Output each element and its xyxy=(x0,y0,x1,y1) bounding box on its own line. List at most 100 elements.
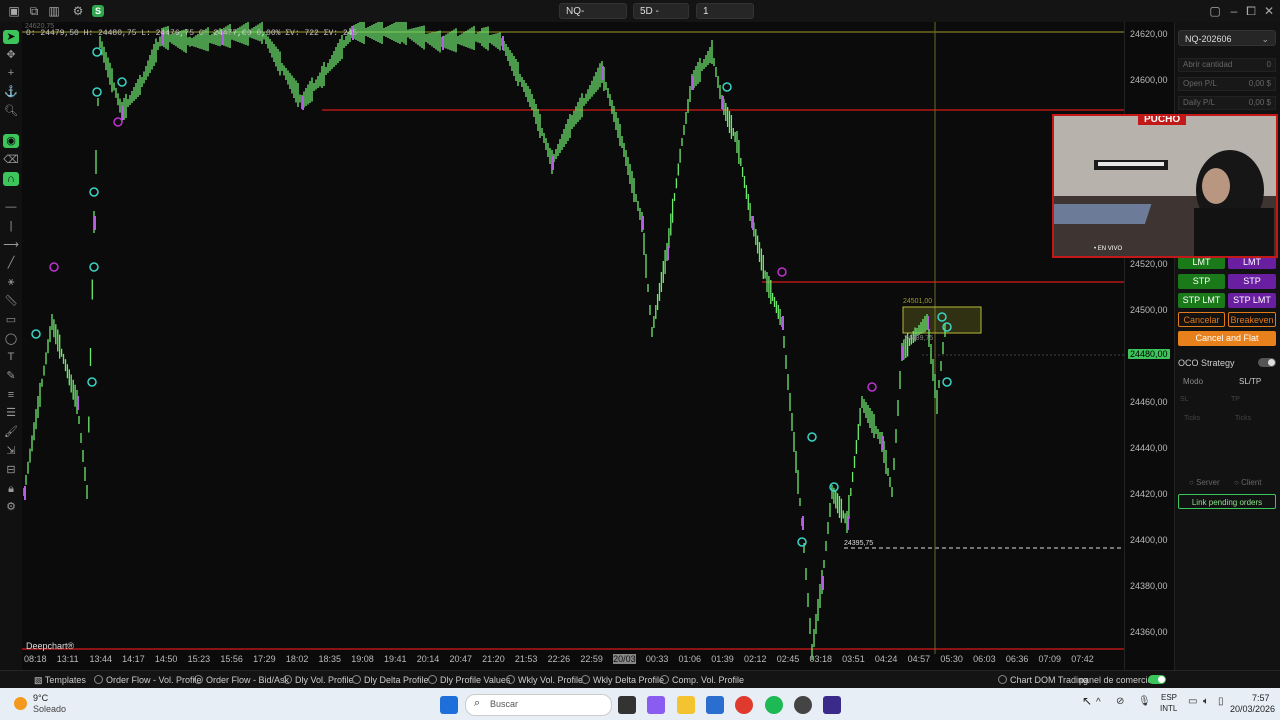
hline-icon[interactable]: — xyxy=(3,200,19,214)
battery-icon[interactable]: ▯ xyxy=(1218,696,1224,707)
file-explorer-icon[interactable] xyxy=(677,696,695,714)
price-chart[interactable]: O: 24479,50 H: 24480,75 L: 24476,75 C: 2… xyxy=(22,22,1124,670)
signal-dot xyxy=(807,432,817,442)
cancel-button[interactable]: Cancelar xyxy=(1178,312,1225,327)
time-label: 05:30 xyxy=(940,654,963,664)
fib-icon[interactable]: ⚹ xyxy=(3,275,19,289)
volume-icon[interactable]: 🔈︎ xyxy=(1203,696,1209,707)
s-app-icon[interactable]: S xyxy=(92,5,104,17)
rectangle-icon[interactable]: ▭ xyxy=(3,313,19,327)
anchor-icon[interactable]: ⚓ xyxy=(3,85,19,99)
gear-small-icon[interactable]: ⚙ xyxy=(3,500,19,514)
price-label: 24620,00 xyxy=(1130,29,1168,39)
restore-window-icon[interactable]: ▢ xyxy=(1207,3,1223,19)
minimize-icon[interactable]: – xyxy=(1226,3,1242,19)
weather-icon[interactable] xyxy=(14,697,27,710)
layout-icon[interactable]: ▣ xyxy=(6,3,22,19)
bars-icon[interactable]: ▥ xyxy=(46,3,62,19)
crosshair-icon[interactable]: ✥ xyxy=(3,48,19,62)
magnet-icon[interactable]: ∩ xyxy=(3,172,19,186)
signal-dot xyxy=(92,87,102,97)
timeframe-dropdown[interactable]: 1 Minute⌄ xyxy=(696,3,754,34)
link-pending-orders-button[interactable]: Link pending orders xyxy=(1178,494,1276,509)
copilot-icon[interactable] xyxy=(647,696,665,714)
indicator-toggle[interactable]: Comp. Vol. Profile xyxy=(660,674,744,686)
ellipse-icon[interactable]: ◯ xyxy=(3,332,19,346)
panel-symbol-dropdown[interactable]: NQ-202606 ⌄ xyxy=(1178,30,1276,46)
menu-icon[interactable]: ☰ xyxy=(3,406,19,420)
indicator-toggle[interactable]: Order Flow - Vol. Profile xyxy=(94,674,202,686)
breakeven-button[interactable]: Breakeven xyxy=(1228,312,1276,327)
tray-app-icon[interactable]: ⊘ xyxy=(1116,696,1124,707)
time-axis[interactable]: 08:18 13:11 13:44 14:17 14:50 15:23 15:56 17:29… xyxy=(22,654,1124,668)
network-icon[interactable]: ▭ xyxy=(1188,696,1197,707)
price-bars-up xyxy=(23,22,946,660)
symbol-dropdown[interactable]: NQ-202606⌄ xyxy=(559,3,627,34)
lock-icon[interactable]: 🔒︎ xyxy=(3,482,19,496)
zoom-icon[interactable]: 🔍︎ xyxy=(3,104,19,118)
pencil-icon[interactable]: ✎ xyxy=(3,369,19,383)
maximize-icon[interactable]: ⧠ xyxy=(1243,3,1259,19)
client-radio[interactable]: ○ Client xyxy=(1234,478,1262,487)
indicator-toggle[interactable]: Wkly Vol. Profile xyxy=(506,674,583,686)
sell-stp-lmt-button[interactable]: STP LMT xyxy=(1228,293,1276,308)
arrow-tool-icon[interactable]: ⇲ xyxy=(3,444,19,458)
signal-dot xyxy=(49,262,59,272)
time-label: 00:33 xyxy=(645,654,669,664)
sl-label: SL xyxy=(1180,396,1189,403)
microphone-icon[interactable]: 🎙︎ xyxy=(1138,696,1151,707)
time-label: 15:23 xyxy=(187,654,211,664)
trendline-icon[interactable]: ╱ xyxy=(3,256,19,270)
cursor-icon[interactable]: ➤ xyxy=(3,30,19,44)
buy-stp-lmt-button[interactable]: STP LMT xyxy=(1178,293,1225,308)
layers-icon[interactable]: ⊟ xyxy=(3,463,19,477)
chrome-icon[interactable] xyxy=(735,696,753,714)
indicator-toggle[interactable]: Order Flow - Bid/Ask xyxy=(194,674,289,686)
radio-icon xyxy=(581,675,590,684)
indicator-toggle[interactable]: Dly Vol. Profile xyxy=(283,674,354,686)
spotify-icon[interactable] xyxy=(765,696,783,714)
vline-icon[interactable]: | xyxy=(3,219,19,233)
oco-toggle[interactable] xyxy=(1258,358,1276,367)
sell-stp-button[interactable]: STP xyxy=(1228,274,1276,289)
close-icon[interactable]: ✕ xyxy=(1261,3,1277,19)
buy-stp-button[interactable]: STP xyxy=(1178,274,1225,289)
task-view-icon[interactable] xyxy=(618,696,636,714)
open-qty-field[interactable]: Abrir cantidad 0 xyxy=(1178,58,1276,72)
server-radio[interactable]: ○ Server xyxy=(1189,478,1220,487)
price-label: 24460,00 xyxy=(1130,397,1168,407)
settings-icon[interactable]: ⚙ xyxy=(70,3,86,19)
taskbar-search[interactable]: ⌕ Buscar xyxy=(465,694,612,716)
cancel-and-flat-button[interactable]: Cancel and Flat xyxy=(1178,331,1276,346)
panel-toggle[interactable] xyxy=(1148,675,1166,684)
indicator-toggle[interactable]: Dly Delta Profile xyxy=(352,674,429,686)
windows-start-icon[interactable] xyxy=(440,696,458,714)
clock-date[interactable]: 20/03/2026 xyxy=(1230,704,1275,714)
plus-icon[interactable]: + xyxy=(3,66,19,80)
templates-button[interactable]: ▧ Templates xyxy=(34,674,86,686)
time-label: 13:44 xyxy=(89,654,112,664)
brush-icon[interactable]: 🖌︎ xyxy=(3,425,19,439)
eye-icon[interactable]: ◉ xyxy=(3,134,19,148)
app-icon[interactable] xyxy=(794,696,812,714)
indicator-label: Dly Vol. Profile xyxy=(295,675,354,685)
ruler-icon[interactable]: 📏︎ xyxy=(3,294,19,308)
mode-select[interactable]: SL/TP xyxy=(1239,377,1261,386)
chart-type-dropdown[interactable]: 5D - BT⌄ xyxy=(633,3,689,34)
window-icon[interactable]: ⧉ xyxy=(26,3,42,19)
store-icon[interactable] xyxy=(706,696,724,714)
clock-time[interactable]: 7:57 xyxy=(1252,693,1270,703)
price-label: 24500,00 xyxy=(1130,305,1168,315)
indicator-toggle[interactable]: Dly Profile Values xyxy=(428,674,510,686)
list-icon[interactable]: ≡ xyxy=(3,388,19,402)
indicator-toggle[interactable]: Wkly Delta Profile xyxy=(581,674,664,686)
chart-dom-toggle[interactable]: Chart DOM Trading xyxy=(998,674,1088,686)
eraser-icon[interactable]: ⌫ xyxy=(3,153,19,167)
ray-icon[interactable]: ⟶ xyxy=(3,238,19,252)
signal-dot xyxy=(722,82,732,92)
deepchart-app-icon[interactable] xyxy=(823,696,841,714)
text-icon[interactable]: T xyxy=(3,350,19,364)
open-pl-field: Open P/L 0,00 $ xyxy=(1178,77,1276,91)
tray-chevron-icon[interactable]: ^ xyxy=(1096,697,1101,708)
language-code[interactable]: ESP xyxy=(1161,693,1177,702)
